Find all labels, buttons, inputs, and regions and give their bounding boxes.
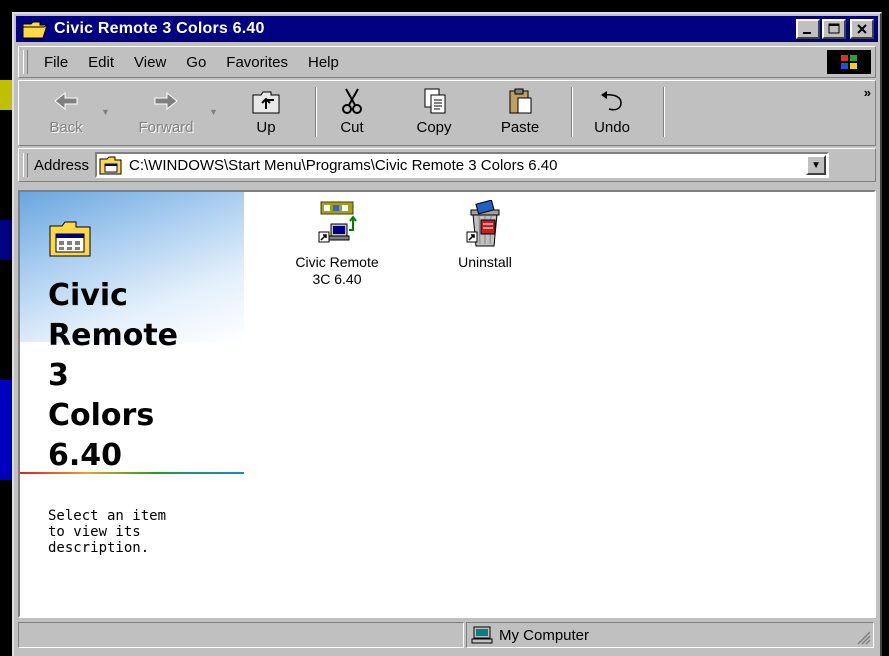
uninstall-shortcut-icon [466,200,500,247]
title-bar[interactable]: Civic Remote 3 Colors 6.40 [16,16,878,42]
menu-file[interactable]: File [34,54,78,71]
title-line: 6.40 [48,438,123,473]
undo-button[interactable]: Undo [583,83,641,141]
toolbar-separator [571,87,573,137]
web-view-title: Civic Remote 3 Colors 6.40 [48,276,238,476]
address-label: Address [34,156,90,174]
forward-label: Forward [138,119,194,136]
explorer-window: Civic Remote 3 Colors 6.40 File Edit Vie… [12,12,882,656]
folder-content-pane: Civic Remote 3 Colors 6.40 Select an ite… [18,190,876,618]
menu-go[interactable]: Go [176,54,216,71]
undo-label: Undo [594,119,630,136]
copy-icon [424,88,446,114]
title-line: Colors [48,398,155,433]
window-title: Civic Remote 3 Colors 6.40 [54,20,265,37]
my-computer-icon [471,626,493,644]
menubar-grip[interactable] [23,50,28,74]
file-item-uninstall[interactable]: Uninstall [430,200,540,271]
folder-icon [22,21,48,39]
file-label-line: 3C 6.40 [312,271,362,287]
back-button[interactable]: Back [37,83,95,141]
file-label-line: Uninstall [458,254,512,270]
file-label: Civic Remote 3C 6.40 [295,254,378,288]
status-pane-zone: My Computer [466,622,874,648]
status-bar: My Computer [18,622,876,652]
address-value: C:\WINDOWS\Start Menu\Programs\Civic Rem… [129,156,558,174]
civic-remote-shortcut-icon [318,201,357,243]
up-label: Up [256,119,276,136]
toolbar-separator [315,87,317,137]
file-label: Uninstall [458,254,512,271]
resize-grip-icon[interactable] [857,631,871,645]
back-label: Back [49,119,83,136]
status-pane-main [18,622,464,648]
web-view-panel: Civic Remote 3 Colors 6.40 Select an ite… [20,192,244,616]
title-line: Remote [48,318,179,353]
standard-toolbar: Back ▼ Forward ▼ Up Cut Copy Paste Undo … [18,80,876,146]
minimize-button[interactable] [796,19,820,39]
description-line: Select an item [48,508,167,524]
toolbar-separator [663,87,665,137]
back-dropdown-icon[interactable]: ▼ [101,107,110,117]
maximize-icon [828,23,840,34]
address-input[interactable]: C:\WINDOWS\Start Menu\Programs\Civic Rem… [95,152,830,178]
desktop-fragment [0,80,12,110]
menu-help[interactable]: Help [298,54,349,71]
maximize-button[interactable] [822,19,846,39]
cut-button[interactable]: Cut [323,83,381,141]
desktop-fragment [0,380,12,480]
paste-button[interactable]: Paste [491,83,549,141]
menu-view[interactable]: View [124,54,176,71]
cut-label: Cut [340,119,364,136]
toolbar-more-chevron[interactable]: » [864,85,871,100]
address-dropdown-button[interactable]: ▼ [806,155,827,175]
windows-logo-icon [827,50,871,74]
program-folder-icon [49,221,91,257]
back-arrow-icon [54,91,78,111]
undo-icon [601,91,622,111]
up-folder-icon [252,91,280,114]
description-line: to view its [48,524,141,540]
minimize-icon [803,32,811,34]
title-line: Civic [48,278,128,313]
description-line: description. [48,540,150,556]
close-button[interactable] [850,19,874,39]
menu-bar: File Edit View Go Favorites Help [18,46,876,78]
copy-button[interactable]: Copy [405,83,463,141]
title-line: 3 [48,358,69,393]
desktop-fragment [0,220,12,260]
rainbow-divider [20,472,244,474]
scissors-icon [342,88,362,114]
forward-arrow-icon [154,91,178,111]
paste-icon [509,88,532,114]
address-bar: Address C:\WINDOWS\Start Menu\Programs\C… [18,148,876,182]
up-button[interactable]: Up [237,83,295,141]
forward-button[interactable]: Forward [131,83,201,141]
copy-label: Copy [416,119,452,136]
web-view-description: Select an item to view its description. [48,508,228,556]
status-zone-text: My Computer [499,626,590,644]
chevron-down-icon: ▼ [811,159,821,171]
folder-window-icon [99,156,122,175]
file-label-line: Civic Remote [295,254,379,270]
forward-dropdown-icon[interactable]: ▼ [209,107,218,117]
addressbar-grip[interactable] [23,153,28,177]
close-icon [857,24,867,34]
paste-label: Paste [500,119,540,136]
file-item-civic-remote[interactable]: Civic Remote 3C 6.40 [282,200,392,288]
menu-edit[interactable]: Edit [78,54,124,71]
menu-favorites[interactable]: Favorites [216,54,298,71]
